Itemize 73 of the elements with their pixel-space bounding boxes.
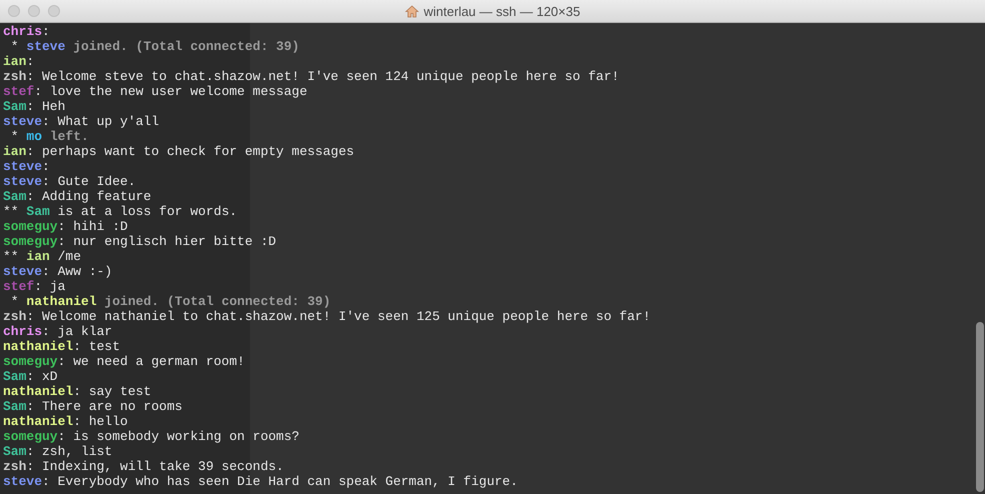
event-marker: * xyxy=(10,129,20,144)
nickname: zsh xyxy=(3,69,26,84)
message-text: : Welcome nathaniel to chat.shazow.net! I've seen 125 unique people here so far! xyxy=(26,309,651,324)
nickname: Sam xyxy=(3,399,26,414)
event-marker: * xyxy=(10,294,20,309)
nickname: someguy xyxy=(3,234,58,249)
action-marker: ** xyxy=(3,249,20,264)
message-text: : say test xyxy=(73,384,152,399)
nickname: someguy xyxy=(3,354,58,369)
nickname: steve xyxy=(3,114,42,129)
message-text: : we need a german room! xyxy=(58,354,245,369)
event-text: joined. (Total connected: 39) xyxy=(103,294,331,309)
action-text: is at a loss for words. xyxy=(56,204,238,219)
message-text: : xyxy=(26,54,34,69)
nickname: nathaniel xyxy=(3,339,74,354)
message-text: : Indexing, will take 39 seconds. xyxy=(26,459,284,474)
nickname: chris xyxy=(3,324,42,339)
nickname: Sam xyxy=(3,444,26,459)
nickname: nathaniel xyxy=(3,414,74,429)
close-button[interactable] xyxy=(8,5,20,17)
message-text: : Welcome steve to chat.shazow.net! I've seen 124 unique people here so far! xyxy=(26,69,620,84)
nickname: zsh xyxy=(3,309,26,324)
message-text: : is somebody working on rooms? xyxy=(58,429,300,444)
nickname: nathaniel xyxy=(26,294,97,309)
nickname: steve xyxy=(3,264,42,279)
message-text: : test xyxy=(73,339,120,354)
message-text: : ja klar xyxy=(42,324,112,339)
message-text: : There are no rooms xyxy=(26,399,182,414)
event-text: joined. (Total connected: 39) xyxy=(72,39,300,54)
event-text: left. xyxy=(48,129,89,144)
message-text: : xyxy=(42,159,50,174)
message-text: : zsh, list xyxy=(26,444,112,459)
zoom-button[interactable] xyxy=(48,5,60,17)
nickname: steve xyxy=(3,159,42,174)
nickname: stef xyxy=(3,84,34,99)
nickname: Sam xyxy=(26,204,50,219)
message-text: : Adding feature xyxy=(26,189,152,204)
message-text: : hihi :D xyxy=(58,219,128,234)
nickname: zsh xyxy=(3,459,26,474)
message-text: : Gute Idee. xyxy=(42,174,136,189)
nickname: someguy xyxy=(3,429,58,444)
message-text: : Aww :-) xyxy=(42,264,112,279)
nickname: Sam xyxy=(3,369,26,384)
minimize-button[interactable] xyxy=(28,5,40,17)
message-text: : nur englisch hier bitte :D xyxy=(58,234,276,249)
message-text: : hello xyxy=(73,414,128,429)
nickname: stef xyxy=(3,279,34,294)
nickname: ian xyxy=(3,54,26,69)
action-text: /me xyxy=(56,249,82,264)
nickname: chris xyxy=(3,24,42,39)
nickname: steve xyxy=(26,39,66,54)
window-title: winterlau — ssh — 120×35 xyxy=(424,4,580,18)
nickname: Sam xyxy=(3,99,26,114)
house-icon xyxy=(404,4,419,18)
nickname: Sam xyxy=(3,189,26,204)
event-marker: * xyxy=(10,39,20,54)
message-text: : xyxy=(42,24,50,39)
nickname: ian xyxy=(26,249,50,264)
message-text: : perhaps want to check for empty messages xyxy=(26,144,354,159)
message-text: : love the new user welcome message xyxy=(34,84,308,99)
nickname: steve xyxy=(3,474,42,489)
message-text: : Everybody who has seen Die Hard can speak German, I figure. xyxy=(42,474,518,489)
nickname: steve xyxy=(3,174,42,189)
message-text: : What up y'all xyxy=(42,114,160,129)
message-text: : ja xyxy=(34,279,66,294)
action-marker: ** xyxy=(3,204,20,219)
nickname: mo xyxy=(26,129,42,144)
nickname: ian xyxy=(3,144,26,159)
message-text: : Heh xyxy=(26,99,66,114)
nickname: someguy xyxy=(3,219,58,234)
message-text: : xD xyxy=(26,369,58,384)
scrollbar-thumb[interactable] xyxy=(976,322,984,492)
nickname: nathaniel xyxy=(3,384,74,399)
